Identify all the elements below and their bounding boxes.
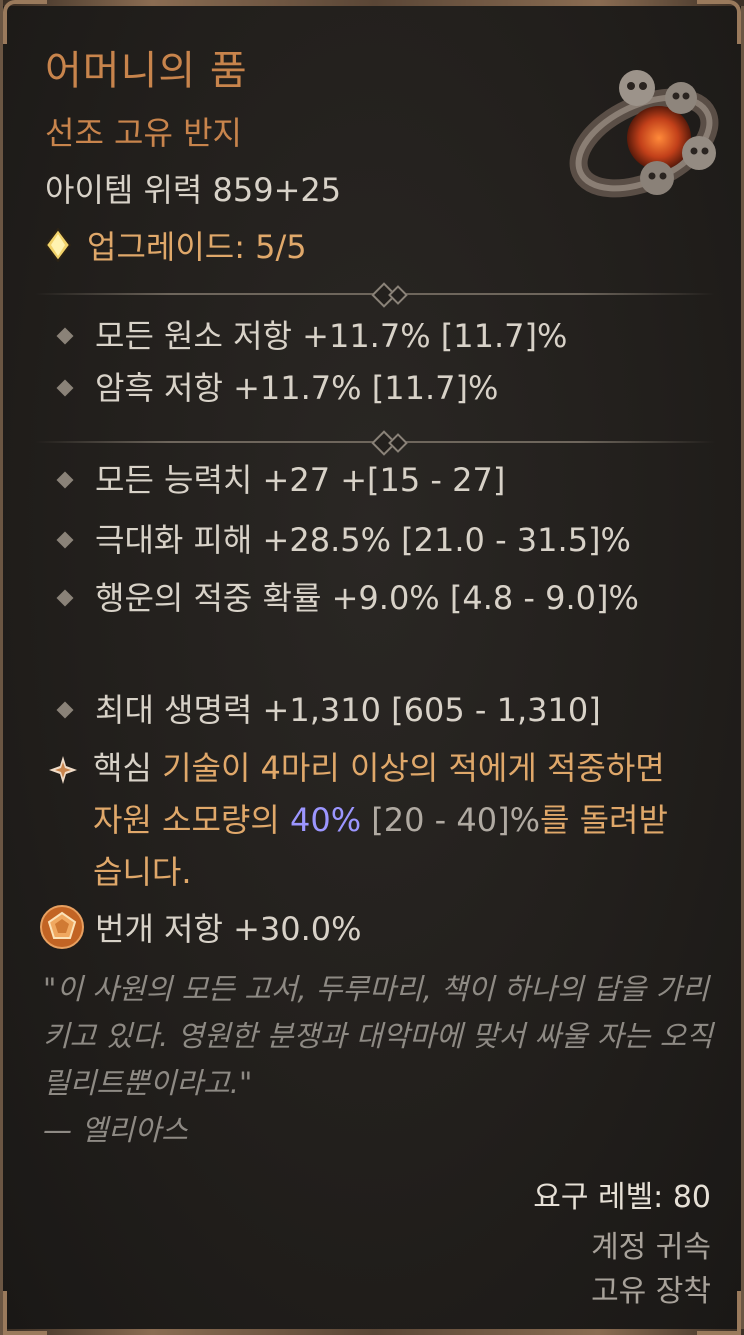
legendary-range: [20 - 40]%	[361, 801, 540, 839]
unique-equipped: 고유 장착	[591, 1274, 711, 1309]
bullet-diamond-icon	[56, 701, 74, 719]
item-type: 선조 고유 반지	[45, 114, 242, 152]
account-bound: 계정 귀속	[591, 1230, 711, 1265]
frame-corner-bottom-left	[3, 1291, 47, 1335]
upgrade-text: 업그레이드: 5/5	[87, 228, 307, 266]
affix-stat: 행운의 적중 확률 +9.0% [4.8 - 9.0]%	[53, 572, 663, 624]
required-level: 요구 레벨: 80	[533, 1180, 711, 1215]
bullet-diamond-icon	[56, 471, 74, 489]
legendary-value: 40%	[289, 801, 362, 839]
flavor-text: "이 사원의 모든 고서, 두루마리, 책이 하나의 답을 가리키고 있다. 영…	[43, 966, 713, 1154]
upgrade-status: 업그레이드: 5/5	[45, 222, 307, 268]
legendary-power: 핵심 기술이 4마리 이상의 적에게 적중하면 자원 소모량의 40% [20 …	[47, 742, 697, 898]
bullet-diamond-icon	[56, 327, 74, 345]
bullet-diamond-icon	[56, 531, 74, 549]
implicit-stat: 암흑 저항 +11.7% [11.7]%	[53, 362, 703, 414]
legendary-keyword: 핵심	[93, 749, 152, 787]
flavor-author: — 엘리아스	[43, 1113, 188, 1147]
bullet-diamond-icon	[56, 589, 74, 607]
aspect-line: 번개 저항 +30.0%	[39, 904, 362, 950]
bullet-diamond-icon	[56, 379, 74, 397]
affix-stat: 극대화 피해 +28.5% [21.0 - 31.5]%	[53, 514, 703, 566]
frame-corner-top-right	[697, 0, 741, 44]
star-burst-icon	[49, 756, 77, 784]
affix-stat: 모든 능력치 +27 +[15 - 27]	[53, 454, 703, 506]
section-divider	[35, 282, 715, 308]
frame-top-border	[3, 0, 744, 6]
frame-corner-top-left	[3, 0, 47, 44]
item-tooltip-panel: 어머니의 품 선조 고유 반지 아이템 위력 859+25 업그레이드: 5/5	[0, 0, 744, 1335]
skull-ring-icon	[569, 70, 719, 198]
flavor-quote: "이 사원의 모든 고서, 두루마리, 책이 하나의 답을 가리키고 있다. 영…	[43, 972, 713, 1100]
section-divider	[35, 430, 715, 456]
frame-bottom-border	[3, 1329, 744, 1335]
diamond-gem-icon	[45, 228, 71, 262]
item-power: 아이템 위력 859+25	[45, 171, 342, 209]
pentagon-badge-icon	[40, 905, 84, 949]
aspect-text: 번개 저항 +30.0%	[95, 910, 362, 948]
affix-stat: 최대 생명력 +1,310 [605 - 1,310]	[53, 684, 703, 736]
implicit-stat: 모든 원소 저항 +11.7% [11.7]%	[53, 310, 703, 362]
item-name: 어머니의 품	[45, 48, 248, 94]
